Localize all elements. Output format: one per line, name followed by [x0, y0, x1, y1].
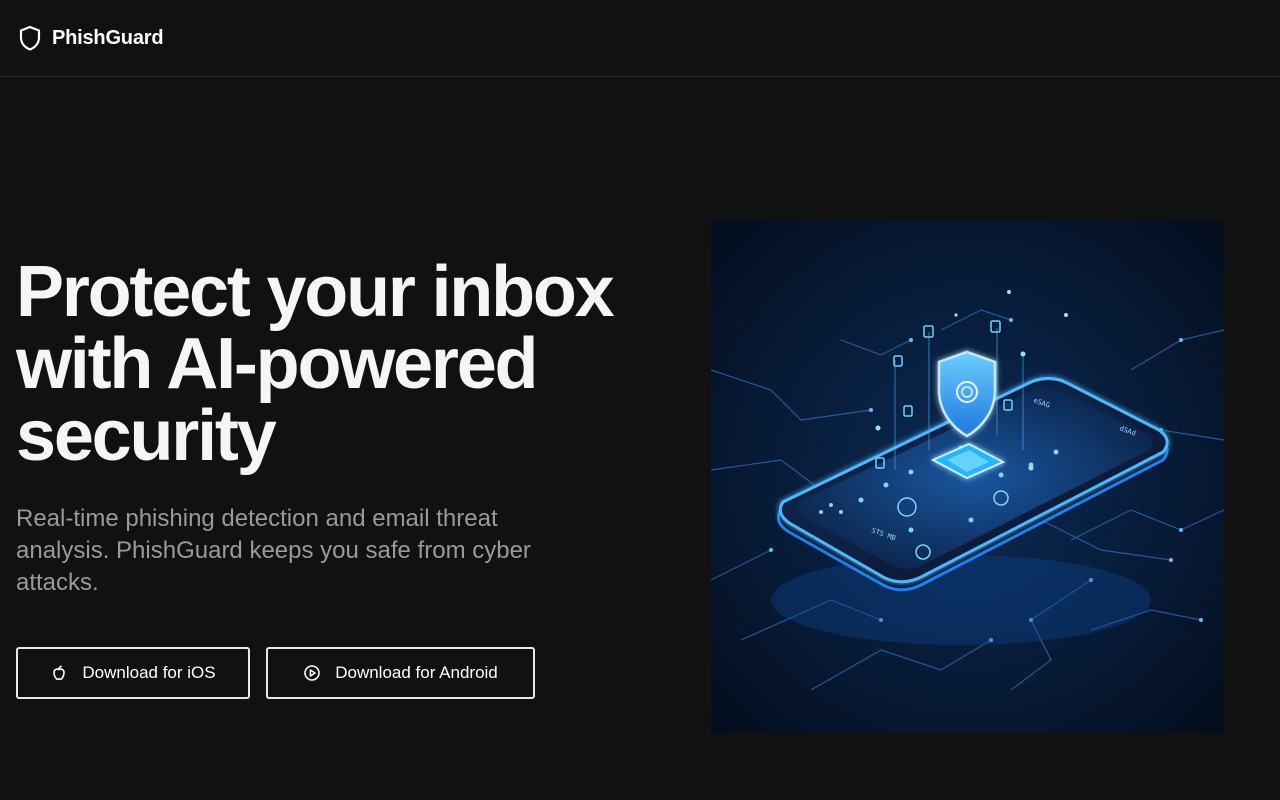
download-ios-label: Download for iOS	[82, 663, 216, 682]
download-android-label: Download for Android	[335, 663, 498, 682]
apple-icon	[53, 665, 66, 681]
top-nav: PhishGuard	[0, 0, 1280, 77]
brand-name: PhishGuard	[52, 26, 164, 49]
hero-title: Protect your inbox with AI-powered secur…	[16, 252, 615, 476]
download-ios-button[interactable]: Download for iOS	[16, 647, 250, 699]
brand-logo-link[interactable]: PhishGuard	[18, 25, 164, 51]
play-icon	[304, 665, 321, 681]
download-android-button[interactable]: Download for Android	[266, 647, 535, 699]
hero-illustration: STS MB eSAG dSAd	[711, 220, 1224, 733]
phone-security-illustration: STS MB eSAG dSAd	[711, 220, 1224, 733]
hero-subtitle: Real-time phishing detection and email t…	[16, 505, 531, 596]
shield-icon	[19, 25, 41, 51]
